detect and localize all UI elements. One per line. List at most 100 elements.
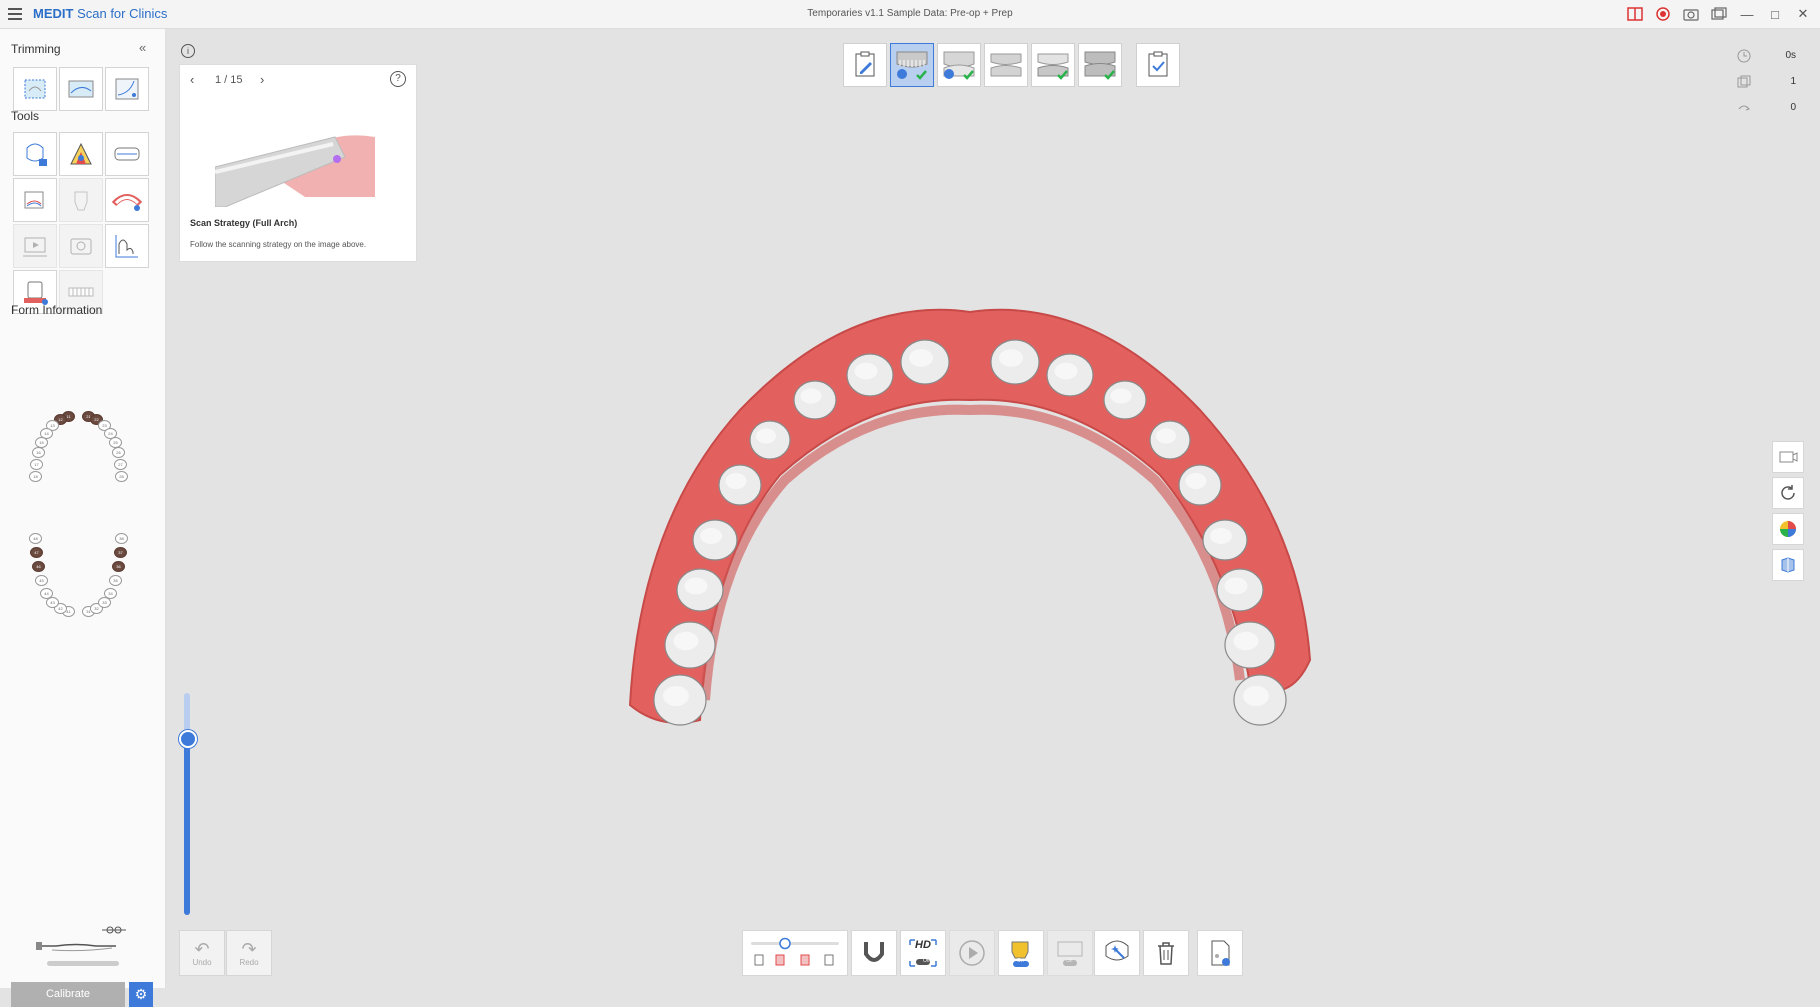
calibration-progress-bar [47,961,119,966]
hd-state: Off [923,958,930,964]
video-button[interactable] [13,224,57,268]
tooth-17[interactable]: 17 [30,459,43,470]
analysis-button[interactable] [105,224,149,268]
rotation-value: 0 [1790,102,1796,113]
capture-frame-icon [70,238,92,255]
redo-button[interactable]: ↷ Redo [226,930,272,976]
settings-gear-icon[interactable]: ⚙ [129,982,153,1007]
smart-selection-button[interactable] [1094,930,1140,976]
lock-area-button[interactable] [13,132,57,176]
collapse-sidebar-icon[interactable]: « [139,40,146,55]
margin-line-button[interactable] [59,178,103,222]
tooth-47[interactable]: 47 [30,547,43,558]
clock-icon [1737,49,1751,63]
scan-statistics: 0s 1 0 [1736,48,1806,126]
tooth-28[interactable]: 28 [115,471,128,482]
arch-u-icon [864,942,884,962]
reset-view-button[interactable] [1772,477,1804,509]
model-tooth-highlight-13 [1156,428,1176,444]
color-wheel-icon [1780,521,1796,537]
play-button[interactable] [949,930,995,976]
stage-form-info-button[interactable] [843,43,887,87]
help-icon[interactable]: ? [390,71,406,87]
bottom-toolbar-export [1197,930,1243,976]
undercut-button[interactable] [59,132,103,176]
hd-toggle-button[interactable]: HD Off [900,930,946,976]
stage-maxilla-prep-button[interactable] [937,43,981,87]
tooth-35[interactable]: 35 [109,575,122,586]
undo-label: Undo [192,957,212,967]
model-tooth-highlight-1 [663,686,689,706]
tooth-26[interactable]: 26 [112,447,125,458]
calibrate-button[interactable]: Calibrate [11,982,125,1007]
model-tooth-highlight-8 [854,362,878,380]
title-bar: MEDIT Scan for Clinics Temporaries v1.1 … [0,0,1820,29]
window-mode-icon[interactable] [1708,3,1730,25]
trim-box-button[interactable] [13,67,57,111]
arch-mode-button[interactable] [851,930,897,976]
tooth-34[interactable]: 34 [104,588,117,599]
split-view-icon[interactable] [1624,3,1646,25]
model-tooth-highlight-4 [700,528,722,544]
prev-page-icon[interactable]: ‹ [190,72,194,87]
undo-button[interactable]: ↶ Undo [179,930,225,976]
stage-mandible-prep-button[interactable] [1031,43,1075,87]
bottom-toolbar-edit [1094,930,1189,976]
next-page-icon[interactable]: › [260,72,264,87]
tooth-48[interactable]: 48 [29,533,42,544]
scan-range-slider-button[interactable] [742,930,848,976]
play-icon [959,940,985,966]
model-tooth-highlight-9 [909,349,933,367]
edit-form-icon [855,51,875,77]
stage-review-button[interactable] [1136,43,1180,87]
rotation-icon [1738,105,1750,111]
tooth-46[interactable]: 46 [32,561,45,572]
tooth-44[interactable]: 44 [40,588,53,599]
tooth-45[interactable]: 45 [35,575,48,586]
bite-arch-button[interactable] [105,132,149,176]
close-icon[interactable]: ✕ [1792,3,1814,25]
record-icon[interactable] [1652,3,1674,25]
model-tooth-highlight-17 [1233,631,1259,651]
color-toggle-button[interactable] [1772,513,1804,545]
arch-teeth-icon [114,147,140,161]
view-tools [1772,441,1804,581]
scan-range-icon [751,937,839,966]
trimming-title: Trimming [11,42,61,56]
tooth-36[interactable]: 36 [112,561,125,572]
play-video-icon [23,237,47,257]
compare-button[interactable] [13,178,57,222]
model-tooth-highlight-11 [1054,362,1078,380]
filter-toggle-button[interactable]: Off [1047,930,1093,976]
dental-arch-model[interactable] [620,300,1320,770]
model-tooth-highlight-6 [756,428,776,444]
occlusion-stage-icon [990,53,1022,77]
info-icon[interactable]: i [181,44,195,58]
mandible-stage-icon [1037,53,1069,80]
tooth-16[interactable]: 16 [32,447,45,458]
tooth-18[interactable]: 18 [29,471,42,482]
capture-button[interactable] [59,224,103,268]
model-tooth-highlight-18 [1243,686,1269,706]
stage-maxilla-button[interactable] [890,43,934,87]
ai-scan-toggle-button[interactable]: On [998,930,1044,976]
trim-lasso-button[interactable] [59,67,103,111]
full-arch-button[interactable] [105,178,149,222]
texture-toggle-button[interactable] [1772,549,1804,581]
view-camera-button[interactable] [1772,441,1804,473]
compare-tooth-icon [24,191,44,209]
tooth-37[interactable]: 37 [114,547,127,558]
filter-slider-handle[interactable] [179,730,197,748]
stage-occlusion-button[interactable] [1078,43,1122,87]
camera-icon[interactable] [1680,3,1702,25]
tooth-38[interactable]: 38 [115,533,128,544]
export-data-button[interactable] [1197,930,1243,976]
delete-button[interactable] [1143,930,1189,976]
tooth-27[interactable]: 27 [114,459,127,470]
maximize-icon[interactable]: □ [1764,3,1786,25]
redo-icon: ↷ [241,938,257,959]
data-count-value: 1 [1790,76,1796,87]
stage-mandible-button[interactable] [984,43,1028,87]
trim-polyline-button[interactable] [105,67,149,111]
minimize-icon[interactable]: — [1736,3,1758,25]
